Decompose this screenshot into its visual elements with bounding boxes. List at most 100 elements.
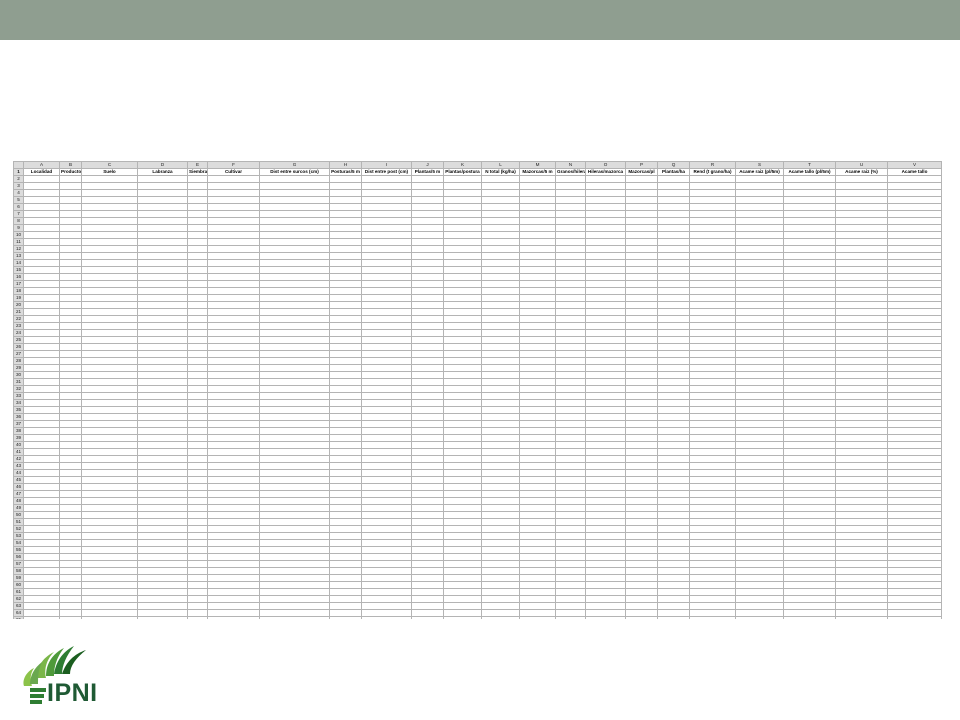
table-cell xyxy=(59,567,82,575)
row-number: 39 xyxy=(13,434,24,442)
table-cell xyxy=(411,259,444,267)
table-cell xyxy=(887,574,942,582)
table-cell xyxy=(657,224,690,232)
table-cell xyxy=(735,532,784,540)
table-cell xyxy=(585,406,626,414)
table-cell xyxy=(519,175,556,183)
table-row: 6 xyxy=(13,203,942,211)
table-cell xyxy=(735,308,784,316)
table-cell xyxy=(329,483,362,491)
table-cell xyxy=(81,497,138,505)
table-cell xyxy=(689,581,736,589)
table-cell xyxy=(329,567,362,575)
table-cell xyxy=(585,252,626,260)
table-cell xyxy=(887,322,942,330)
table-cell xyxy=(783,420,836,428)
table-cell xyxy=(625,441,658,449)
table-cell xyxy=(259,553,330,561)
table-cell xyxy=(689,203,736,211)
table-cell xyxy=(887,196,942,204)
table-cell xyxy=(783,511,836,519)
table-cell xyxy=(625,546,658,554)
table-cell xyxy=(207,301,260,309)
table-cell xyxy=(207,217,260,225)
table-cell xyxy=(411,532,444,540)
table-cell xyxy=(187,427,208,435)
table-cell xyxy=(329,546,362,554)
table-cell xyxy=(23,385,60,393)
table-cell xyxy=(329,245,362,253)
table-cell xyxy=(207,616,260,619)
table-cell xyxy=(23,364,60,372)
table-cell xyxy=(481,343,520,351)
table-cell xyxy=(81,196,138,204)
table-row: 36 xyxy=(13,413,942,421)
table-cell xyxy=(361,385,412,393)
table-cell xyxy=(411,483,444,491)
table-cell xyxy=(23,231,60,239)
table-cell xyxy=(555,371,586,379)
table-row: 47 xyxy=(13,490,942,498)
table-cell xyxy=(329,350,362,358)
table-cell xyxy=(625,322,658,330)
table-cell xyxy=(481,462,520,470)
table-cell xyxy=(555,525,586,533)
table-cell xyxy=(887,224,942,232)
table-cell xyxy=(735,448,784,456)
table-cell xyxy=(329,385,362,393)
table-cell xyxy=(657,427,690,435)
table-cell xyxy=(59,231,82,239)
table-cell xyxy=(519,462,556,470)
table-cell xyxy=(585,553,626,561)
table-cell xyxy=(585,350,626,358)
table-cell xyxy=(735,273,784,281)
table-cell xyxy=(519,266,556,274)
table-cell xyxy=(443,217,482,225)
table-cell xyxy=(329,175,362,183)
table-cell xyxy=(361,441,412,449)
table-cell xyxy=(585,322,626,330)
table-cell xyxy=(81,441,138,449)
table-cell xyxy=(411,175,444,183)
table-cell xyxy=(625,308,658,316)
table-cell xyxy=(259,378,330,386)
table-cell xyxy=(411,238,444,246)
table-cell xyxy=(481,427,520,435)
table-cell xyxy=(481,539,520,547)
row-number: 34 xyxy=(13,399,24,407)
table-cell xyxy=(481,357,520,365)
table-cell xyxy=(481,245,520,253)
table-cell xyxy=(689,259,736,267)
table-cell xyxy=(23,448,60,456)
table-cell xyxy=(585,371,626,379)
table-cell xyxy=(835,588,888,596)
table-cell xyxy=(443,371,482,379)
table-cell xyxy=(783,259,836,267)
table-cell xyxy=(625,609,658,617)
table-row: 60 xyxy=(13,581,942,589)
table-cell xyxy=(625,574,658,582)
table-cell xyxy=(689,427,736,435)
table-cell xyxy=(207,371,260,379)
table-cell xyxy=(361,392,412,400)
table-cell xyxy=(207,364,260,372)
table-cell xyxy=(137,385,188,393)
row-number: 4 xyxy=(13,189,24,197)
table-cell xyxy=(207,245,260,253)
table-cell xyxy=(657,406,690,414)
table-cell xyxy=(259,399,330,407)
table-cell xyxy=(59,490,82,498)
table-cell xyxy=(519,308,556,316)
table-row: 27 xyxy=(13,350,942,358)
table-cell xyxy=(555,252,586,260)
table-row: 18 xyxy=(13,287,942,295)
table-cell xyxy=(329,203,362,211)
table-cell xyxy=(81,616,138,619)
table-cell xyxy=(361,273,412,281)
table-cell xyxy=(735,483,784,491)
table-cell xyxy=(783,182,836,190)
table-cell xyxy=(187,238,208,246)
table-cell xyxy=(657,525,690,533)
spreadsheet-screenshot: ABCDEFGHIJKLMNOPQRSTUV 1 Localidad Product… xyxy=(13,161,942,619)
row-number: 38 xyxy=(13,427,24,435)
